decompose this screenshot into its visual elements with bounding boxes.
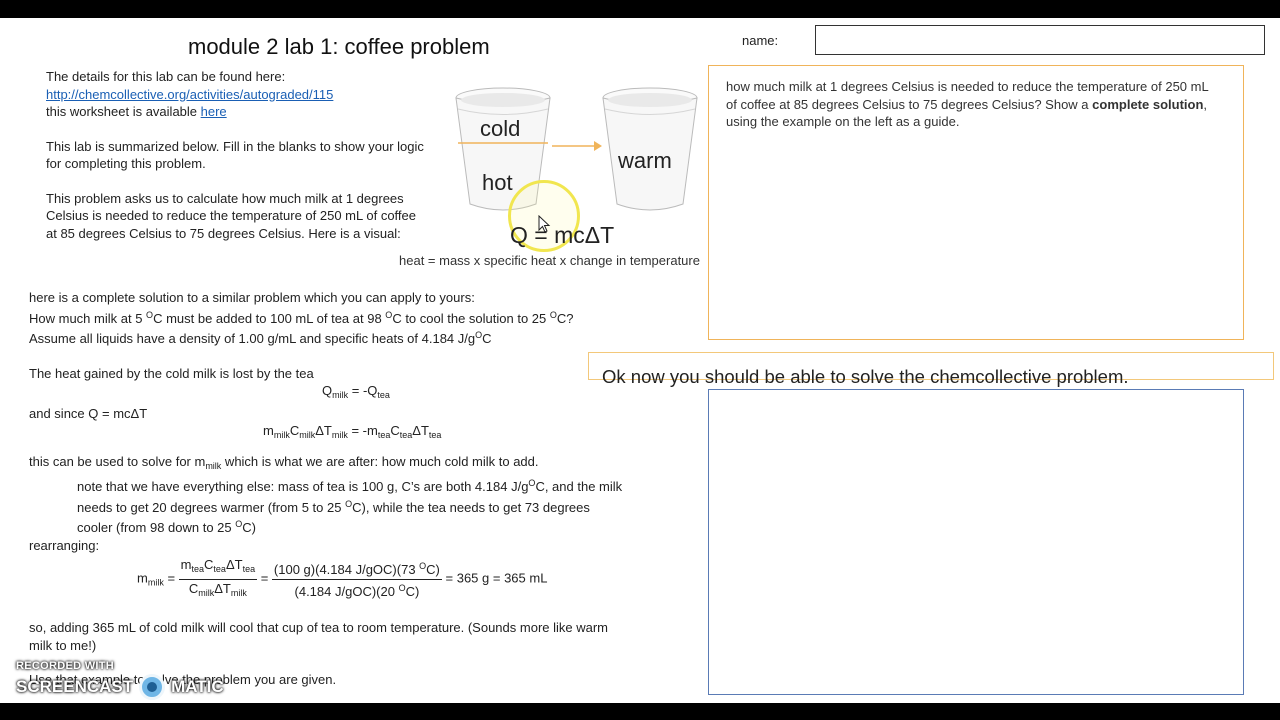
arrow-right-icon <box>552 141 602 151</box>
equation-caption: heat = mass x specific heat x change in … <box>399 253 700 268</box>
since-text: and since Q = mcΔT <box>29 405 148 421</box>
problem-line-3: at 85 degrees Celsius to 75 degrees Cels… <box>46 225 401 241</box>
note-line-2: needs to get 20 degrees warmer (from 5 t… <box>77 498 590 515</box>
cold-label: cold <box>480 116 521 141</box>
worksheet-text: this worksheet is available <box>46 104 201 119</box>
solve-for-text: this can be used to solve for mmilk whic… <box>29 453 539 471</box>
watermark-right-text: MATIC <box>171 677 224 696</box>
intro-block: The details for this lab can be found he… <box>46 68 466 242</box>
example-solution: here is a complete solution to a similar… <box>29 289 699 689</box>
worksheet-link[interactable]: here <box>201 104 227 119</box>
question-box: how much milk at 1 degrees Celsius is ne… <box>708 65 1244 340</box>
worksheet-line: this worksheet is available here <box>46 103 466 121</box>
problem-line-2: Celsius is needed to reduce the temperat… <box>46 208 417 223</box>
heat-equation: Q = mcΔT <box>510 222 615 248</box>
screencast-logo-icon <box>139 674 166 700</box>
details-text: The details for this lab can be found he… <box>46 69 286 84</box>
final-equation: mmilk = mteaCteaΔTtea CmilkΔTmilk = (100 … <box>29 556 699 602</box>
symbolic-fraction: mteaCteaΔTtea CmilkΔTmilk <box>178 557 258 598</box>
rearranging-label: rearranging: <box>29 537 100 553</box>
screencast-watermark: RECORDED WITH SCREENCAST MATIC <box>16 660 224 700</box>
question-bold: complete solution <box>1092 96 1204 112</box>
numeric-fraction: (100 g)(4.184 J/gOC)(73 OC) (4.184 J/gOC)… <box>271 558 442 600</box>
example-question-line-2: Assume all liquids have a density of 1.0… <box>29 330 492 346</box>
heat-balance-equation: Qmilk = -Qtea <box>322 383 390 400</box>
warm-label: warm <box>618 148 672 173</box>
chemcollective-link[interactable]: http://chemcollective.org/activities/aut… <box>46 86 466 104</box>
conclusion-line-1: so, adding 365 mL of cold milk will cool… <box>29 620 609 635</box>
summary-line-1: This lab is summarized below. Fill in th… <box>46 138 424 154</box>
name-label: name: <box>742 33 779 48</box>
hot-label: hot <box>482 170 513 195</box>
heat-statement: The heat gained by the cold milk is lost… <box>29 365 314 381</box>
summary-line-2: for completing this problem. <box>46 156 206 171</box>
page-title: module 2 lab 1: coffee problem <box>188 34 490 59</box>
conclusion-line-2: milk to me!) <box>29 637 97 653</box>
example-question-line-1: How much milk at 5 OC must be added to 1… <box>29 309 574 326</box>
watermark-top-text: RECORDED WITH <box>16 660 115 672</box>
question-text: how much milk at 1 degrees Celsius is ne… <box>726 78 1216 131</box>
expanded-equation: mmilkCmilkΔTmilk = -mteaCteaΔTtea <box>263 423 442 440</box>
example-intro: here is a complete solution to a similar… <box>29 290 475 305</box>
watermark-left-text: SCREENCAST <box>16 677 134 696</box>
problem-line-1: This problem asks us to calculate how mu… <box>46 190 404 206</box>
note-line-3: cooler (from 98 down to 25 OC) <box>77 519 256 535</box>
note-line-1: note that we have everything else: mass … <box>77 478 623 494</box>
answer-box[interactable] <box>708 389 1244 695</box>
worksheet-page: module 2 lab 1: coffee problem name: The… <box>0 18 1280 703</box>
name-field[interactable] <box>815 25 1265 55</box>
